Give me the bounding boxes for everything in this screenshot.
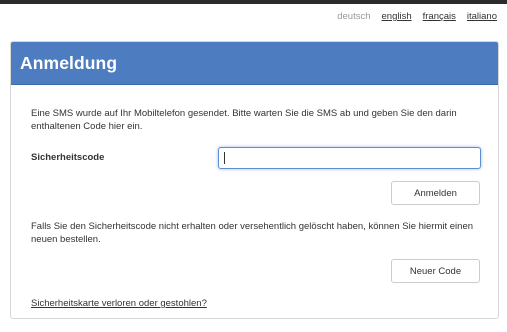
panel-header: Anmeldung [11, 42, 498, 85]
new-code-button[interactable]: Neuer Code [391, 259, 480, 283]
lang-italiano[interactable]: italiano [467, 11, 497, 22]
login-button[interactable]: Anmelden [391, 181, 480, 205]
lang-francais[interactable]: français [423, 11, 456, 22]
lang-deutsch: deutsch [337, 11, 371, 22]
security-code-input[interactable] [218, 147, 481, 169]
lang-english[interactable]: english [382, 11, 412, 22]
lost-card-link[interactable]: Sicherheitskarte verloren oder gestohlen… [31, 298, 207, 309]
security-code-label: Sicherheitscode [31, 152, 105, 163]
language-switcher: deutsch english français italiano [337, 11, 497, 22]
top-border [0, 0, 507, 4]
page-title: Anmeldung [20, 52, 118, 73]
resend-info-text: Falls Sie den Sicherheitscode nicht erha… [31, 221, 474, 245]
text-cursor [224, 152, 225, 164]
login-panel: Anmeldung Eine SMS wurde auf Ihr Mobilte… [10, 41, 499, 319]
sms-info-text: Eine SMS wurde auf Ihr Mobiltelefon gese… [31, 108, 457, 132]
